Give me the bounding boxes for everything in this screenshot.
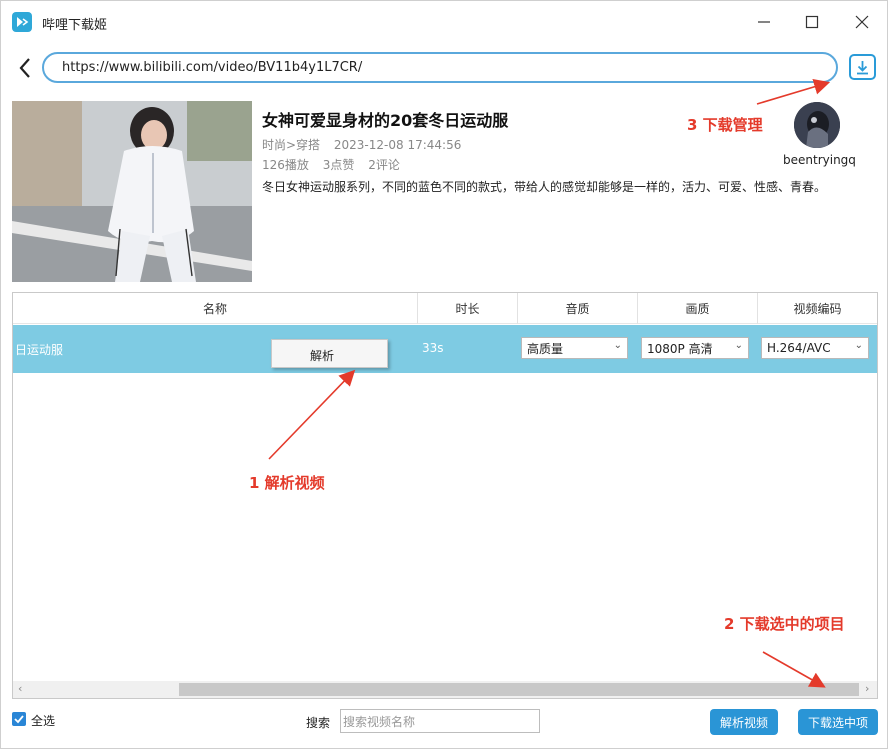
close-icon — [855, 15, 869, 29]
row-name: 日运动服 — [15, 343, 64, 357]
video-category: 时尚>穿搭 — [262, 138, 321, 152]
select-all-label[interactable]: 全选 — [31, 712, 55, 729]
minimize-icon — [758, 21, 770, 23]
title-bar: 哔哩下载姬 — [1, 1, 887, 43]
codec-value: H.264/AVC — [767, 341, 831, 355]
codec-select[interactable]: H.264/AVC ⌄ — [761, 337, 869, 359]
search-label: 搜索 — [306, 716, 331, 730]
video-quality-value: 1080P 高清 — [647, 341, 713, 356]
chevron-down-icon: ⌄ — [854, 340, 863, 351]
app-logo-icon — [12, 12, 32, 32]
annotation-download-selected: 2 下载选中的项目 — [724, 615, 845, 633]
column-header-codec[interactable]: 视频编码 — [758, 293, 877, 324]
minimize-button[interactable] — [751, 9, 777, 35]
back-button[interactable] — [13, 54, 37, 82]
audio-quality-select[interactable]: 高质量 ⌄ — [521, 337, 628, 359]
video-quality-select[interactable]: 1080P 高清 ⌄ — [641, 337, 749, 359]
parse-video-button[interactable]: 解析视频 — [710, 709, 778, 735]
chevron-left-icon — [19, 58, 30, 78]
app-window: 哔哩下载姬 https://www.bilibili.com/video/BV1… — [0, 0, 888, 749]
context-menu: 解析 — [271, 339, 388, 368]
row-duration: 33s — [422, 341, 444, 355]
table-header: 名称 时长 音质 画质 视频编码 — [13, 293, 877, 324]
maximize-icon — [805, 15, 819, 29]
scroll-right-icon[interactable]: › — [865, 682, 869, 695]
download-folder-icon — [857, 61, 868, 75]
column-header-name[interactable]: 名称 — [13, 293, 418, 324]
table-row[interactable]: 日运动服 33s 高质量 ⌄ 1080P 高清 ⌄ H.264/AVC ⌄ — [13, 325, 877, 373]
video-likes: 3点赞 — [322, 158, 355, 172]
context-menu-item-parse[interactable]: 解析 — [310, 347, 334, 364]
video-plays: 126播放 — [262, 158, 309, 172]
checkmark-icon — [14, 715, 24, 724]
column-header-audio[interactable]: 音质 — [518, 293, 638, 324]
column-header-duration[interactable]: 时长 — [418, 293, 518, 324]
uploader-avatar[interactable] — [794, 102, 840, 148]
video-meta-line: 时尚>穿搭 2023-12-08 17:44:56 — [262, 136, 471, 153]
url-input[interactable]: https://www.bilibili.com/video/BV11b4y1L… — [42, 52, 838, 83]
scrollbar-thumb[interactable] — [179, 683, 859, 696]
app-title: 哔哩下载姬 — [42, 18, 108, 33]
arrow-to-download-manager — [756, 79, 831, 105]
column-header-quality[interactable]: 画质 — [638, 293, 758, 324]
download-manager-button[interactable] — [849, 54, 876, 80]
annotation-parse-video: 1 解析视频 — [249, 474, 325, 492]
audio-quality-value: 高质量 — [527, 341, 564, 356]
scroll-left-icon[interactable]: ‹ — [18, 682, 22, 695]
chevron-down-icon: ⌄ — [613, 340, 622, 351]
uploader-name[interactable]: beentryingq — [783, 153, 856, 167]
close-button[interactable] — [849, 9, 875, 35]
video-comments: 2评论 — [368, 158, 400, 172]
annotation-download-manager: 3 下载管理 — [687, 116, 763, 134]
search-input[interactable]: 搜索视频名称 — [340, 709, 540, 733]
video-title: 女神可爱显身材的20套冬日运动服 — [262, 111, 509, 130]
video-datetime: 2023-12-08 17:44:56 — [333, 138, 462, 152]
chevron-down-icon: ⌄ — [734, 340, 743, 351]
video-thumbnail — [12, 101, 252, 282]
select-all-checkbox[interactable] — [12, 712, 26, 726]
video-description: 冬日女神运动服系列，不同的蓝色不同的款式，带给人的感觉却能够是一样的，活力、可爱… — [262, 180, 827, 194]
video-stats-line: 126播放 3点赞 2评论 — [262, 156, 410, 173]
video-list-table: 名称 时长 音质 画质 视频编码 日运动服 33s 高质量 ⌄ 1080P 高清… — [12, 292, 878, 699]
download-selected-button[interactable]: 下载选中项 — [798, 709, 878, 735]
horizontal-scrollbar[interactable]: ‹ › — [13, 681, 877, 698]
maximize-button[interactable] — [799, 9, 825, 35]
